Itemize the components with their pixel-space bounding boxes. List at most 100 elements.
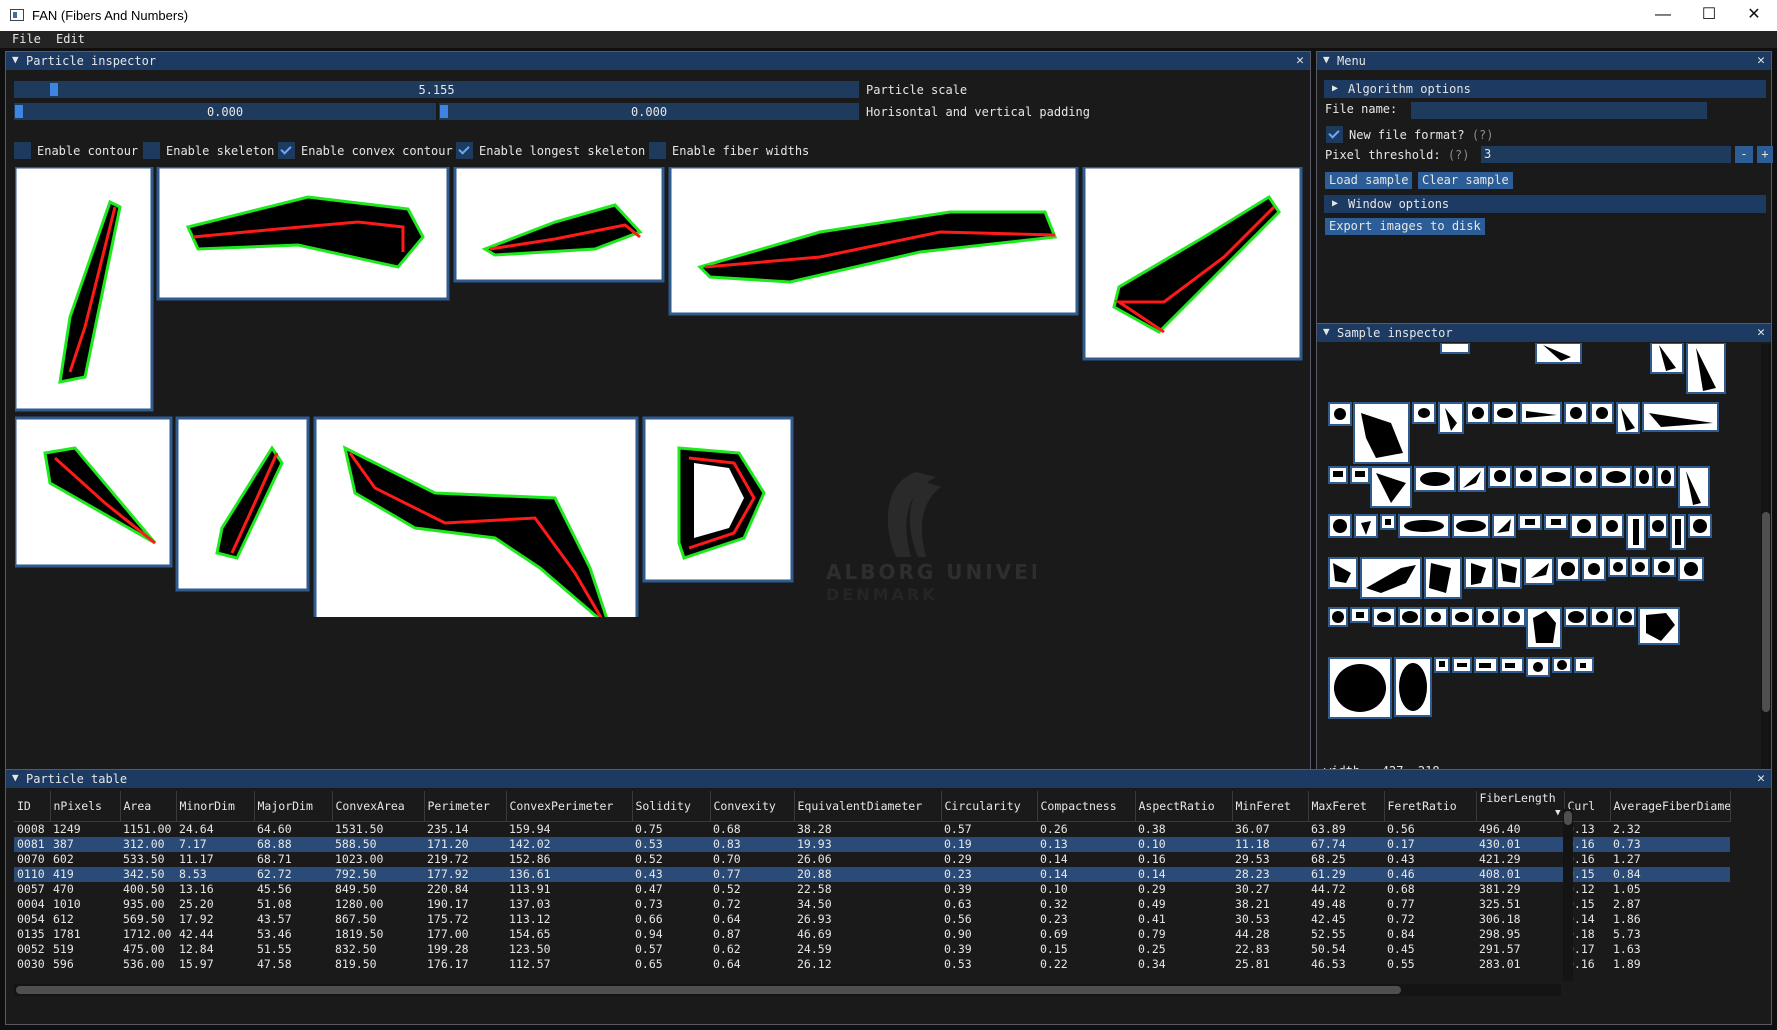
menu-window: ▼ Menu ✕ ▶ Algorithm options File name: … (1316, 51, 1773, 352)
close-icon[interactable]: ✕ (1757, 771, 1765, 786)
table-cell: 0.46 (1384, 867, 1476, 882)
collapse-arrow-icon[interactable]: ▼ (1323, 53, 1330, 66)
column-header[interactable]: Convexity (710, 791, 795, 822)
scrollbar-thumb[interactable] (1762, 512, 1770, 712)
particle-thumb[interactable] (668, 167, 1079, 316)
enable-longest-skeleton-label[interactable]: Enable longest skeleton (479, 144, 645, 158)
column-header[interactable]: FiberLength ▼ (1476, 791, 1565, 822)
enable-contour-checkbox[interactable] (14, 142, 31, 159)
table-horizontal-scrollbar[interactable] (14, 984, 1561, 996)
column-header[interactable]: Area (120, 791, 177, 822)
new-file-format-label[interactable]: New file format? (?) (1349, 128, 1494, 142)
close-window-button[interactable]: ✕ (1731, 0, 1777, 31)
table-cell: 400.50 (123, 882, 165, 896)
increment-button[interactable]: + (1757, 146, 1773, 163)
particle-inspector-titlebar[interactable]: ▼ Particle inspector ✕ (6, 52, 1310, 70)
enable-convex-contour-checkbox[interactable] (278, 142, 295, 159)
enable-fiber-widths-checkbox[interactable] (649, 142, 666, 159)
table-cell: 0.53 (944, 957, 972, 971)
close-icon[interactable]: ✕ (1296, 53, 1304, 68)
enable-skeleton-label[interactable]: Enable skeleton (166, 144, 274, 158)
enable-contour-label[interactable]: Enable contour (37, 144, 138, 158)
particle-thumb[interactable] (175, 416, 310, 592)
table-cell: 24.59 (797, 942, 832, 956)
table-row[interactable]: 0081 387 312.00 7.17 68.88 588.50 171.20 142.02… (14, 837, 1730, 852)
table-row[interactable]: 0008 1249 1151.00 24.64 64.60 1531.50 235.14 15… (14, 822, 1730, 838)
particle-thumb[interactable] (453, 167, 665, 283)
menu-titlebar[interactable]: ▼ Menu ✕ (1317, 52, 1771, 70)
table-row[interactable]: 0052 519 475.00 12.84 51.55 832.50 199.28 123.5… (14, 942, 1730, 957)
table-row[interactable]: 0057 470 400.50 13.16 45.56 849.50 220.84 113.9… (14, 882, 1730, 897)
maximize-button[interactable]: ☐ (1686, 0, 1732, 31)
table-row[interactable]: 0135 1781 1712.00 42.44 53.46 1819.50 177.00 15… (14, 927, 1730, 942)
collapse-arrow-icon[interactable]: ▼ (12, 771, 19, 784)
pixel-threshold-input[interactable]: 3 (1481, 146, 1731, 163)
particle-thumb[interactable] (1082, 167, 1303, 361)
column-header[interactable]: Solidity (632, 791, 711, 822)
close-icon[interactable]: ✕ (1757, 325, 1765, 340)
menu-file[interactable]: File (12, 32, 41, 46)
particle-thumb[interactable] (642, 416, 794, 583)
decrement-button[interactable]: - (1735, 146, 1753, 163)
column-header[interactable]: EquivalentDiameter (794, 791, 942, 822)
particle-thumb[interactable] (15, 167, 154, 412)
export-images-button[interactable]: Export images to disk (1325, 218, 1485, 235)
column-header[interactable]: MinFeret (1232, 791, 1309, 822)
table-vertical-scrollbar[interactable] (1563, 809, 1573, 981)
table-row[interactable]: 0070 602 533.50 11.17 68.71 1023.00 219.72 152.… (14, 852, 1730, 867)
column-header[interactable]: AspectRatio (1135, 791, 1233, 822)
window-options-header[interactable]: ▶ Window options (1324, 195, 1766, 213)
sample-particle-grid[interactable] (1321, 343, 1761, 763)
column-header[interactable]: nPixels (50, 791, 121, 822)
particle-table-titlebar[interactable]: ▼ Particle table ✕ (6, 770, 1771, 788)
column-header[interactable]: MinorDim (176, 791, 255, 822)
table-cell: 0.65 (635, 957, 663, 971)
particle-scale-slider[interactable]: 5.155 (14, 81, 859, 98)
column-header[interactable]: MajorDim (254, 791, 333, 822)
enable-fiber-widths-label[interactable]: Enable fiber widths (672, 144, 809, 158)
table-row[interactable]: 0054 612 569.50 17.92 43.57 867.50 175.72 113.1… (14, 912, 1730, 927)
table-row[interactable]: 0004 1010 935.00 25.20 51.08 1280.00 190.17 137… (14, 897, 1730, 912)
column-header[interactable]: AverageFiberDiame (1610, 791, 1731, 822)
particle-thumb[interactable] (313, 416, 639, 617)
close-icon[interactable]: ✕ (1757, 53, 1765, 68)
vertical-padding-slider[interactable]: 0.000 (439, 103, 859, 120)
column-header[interactable]: ConvexPerimeter (506, 791, 633, 822)
particle-thumb[interactable] (156, 167, 450, 301)
column-header[interactable]: Circularity (941, 791, 1038, 822)
table-cell: 64.60 (257, 822, 292, 836)
sample-inspector-titlebar[interactable]: ▼ Sample inspector ✕ (1317, 324, 1771, 342)
scrollbar-thumb[interactable] (1564, 811, 1572, 825)
collapse-arrow-icon[interactable]: ▼ (12, 53, 19, 66)
scrollbar-thumb[interactable] (16, 986, 1401, 994)
table-row[interactable]: 0030 596 536.00 15.97 47.58 819.50 176.17 112.5… (14, 957, 1730, 972)
sample-vertical-scrollbar[interactable] (1761, 344, 1771, 780)
file-name-input[interactable] (1411, 102, 1707, 119)
load-sample-button[interactable]: Load sample (1325, 172, 1413, 189)
table-row[interactable]: 0110 419 342.50 8.53 62.72 792.50 177.92 136.61… (14, 867, 1730, 882)
table-cell: 0.94 (635, 927, 663, 941)
table-cell: 26.93 (797, 912, 832, 926)
table-cell: 50.54 (1311, 942, 1346, 956)
enable-convex-contour-label[interactable]: Enable convex contour (301, 144, 453, 158)
new-file-format-checkbox[interactable] (1326, 126, 1343, 143)
column-header[interactable]: Perimeter (424, 791, 507, 822)
enable-longest-skeleton-checkbox[interactable] (456, 142, 473, 159)
column-header[interactable]: Compactness (1037, 791, 1136, 822)
collapse-arrow-icon[interactable]: ▼ (1323, 325, 1330, 338)
clear-sample-button[interactable]: Clear sample (1418, 172, 1513, 189)
column-header[interactable]: FeretRatio (1384, 791, 1477, 822)
help-marker[interactable]: (?) (1472, 128, 1494, 142)
particle-thumb[interactable] (15, 416, 173, 568)
sort-descending-icon[interactable]: ▼ (1555, 806, 1560, 821)
algorithm-options-header[interactable]: ▶ Algorithm options (1324, 80, 1766, 98)
column-header[interactable]: ConvexArea (332, 791, 425, 822)
enable-skeleton-checkbox[interactable] (143, 142, 160, 159)
column-header[interactable]: MaxFeret (1308, 791, 1385, 822)
minimize-button[interactable]: — (1640, 0, 1686, 31)
horizontal-padding-slider[interactable]: 0.000 (14, 103, 436, 120)
help-marker[interactable]: (?) (1448, 148, 1470, 162)
table-cell: 312.00 (120, 837, 176, 852)
menu-edit[interactable]: Edit (56, 32, 85, 46)
column-header[interactable]: ID (14, 791, 51, 822)
